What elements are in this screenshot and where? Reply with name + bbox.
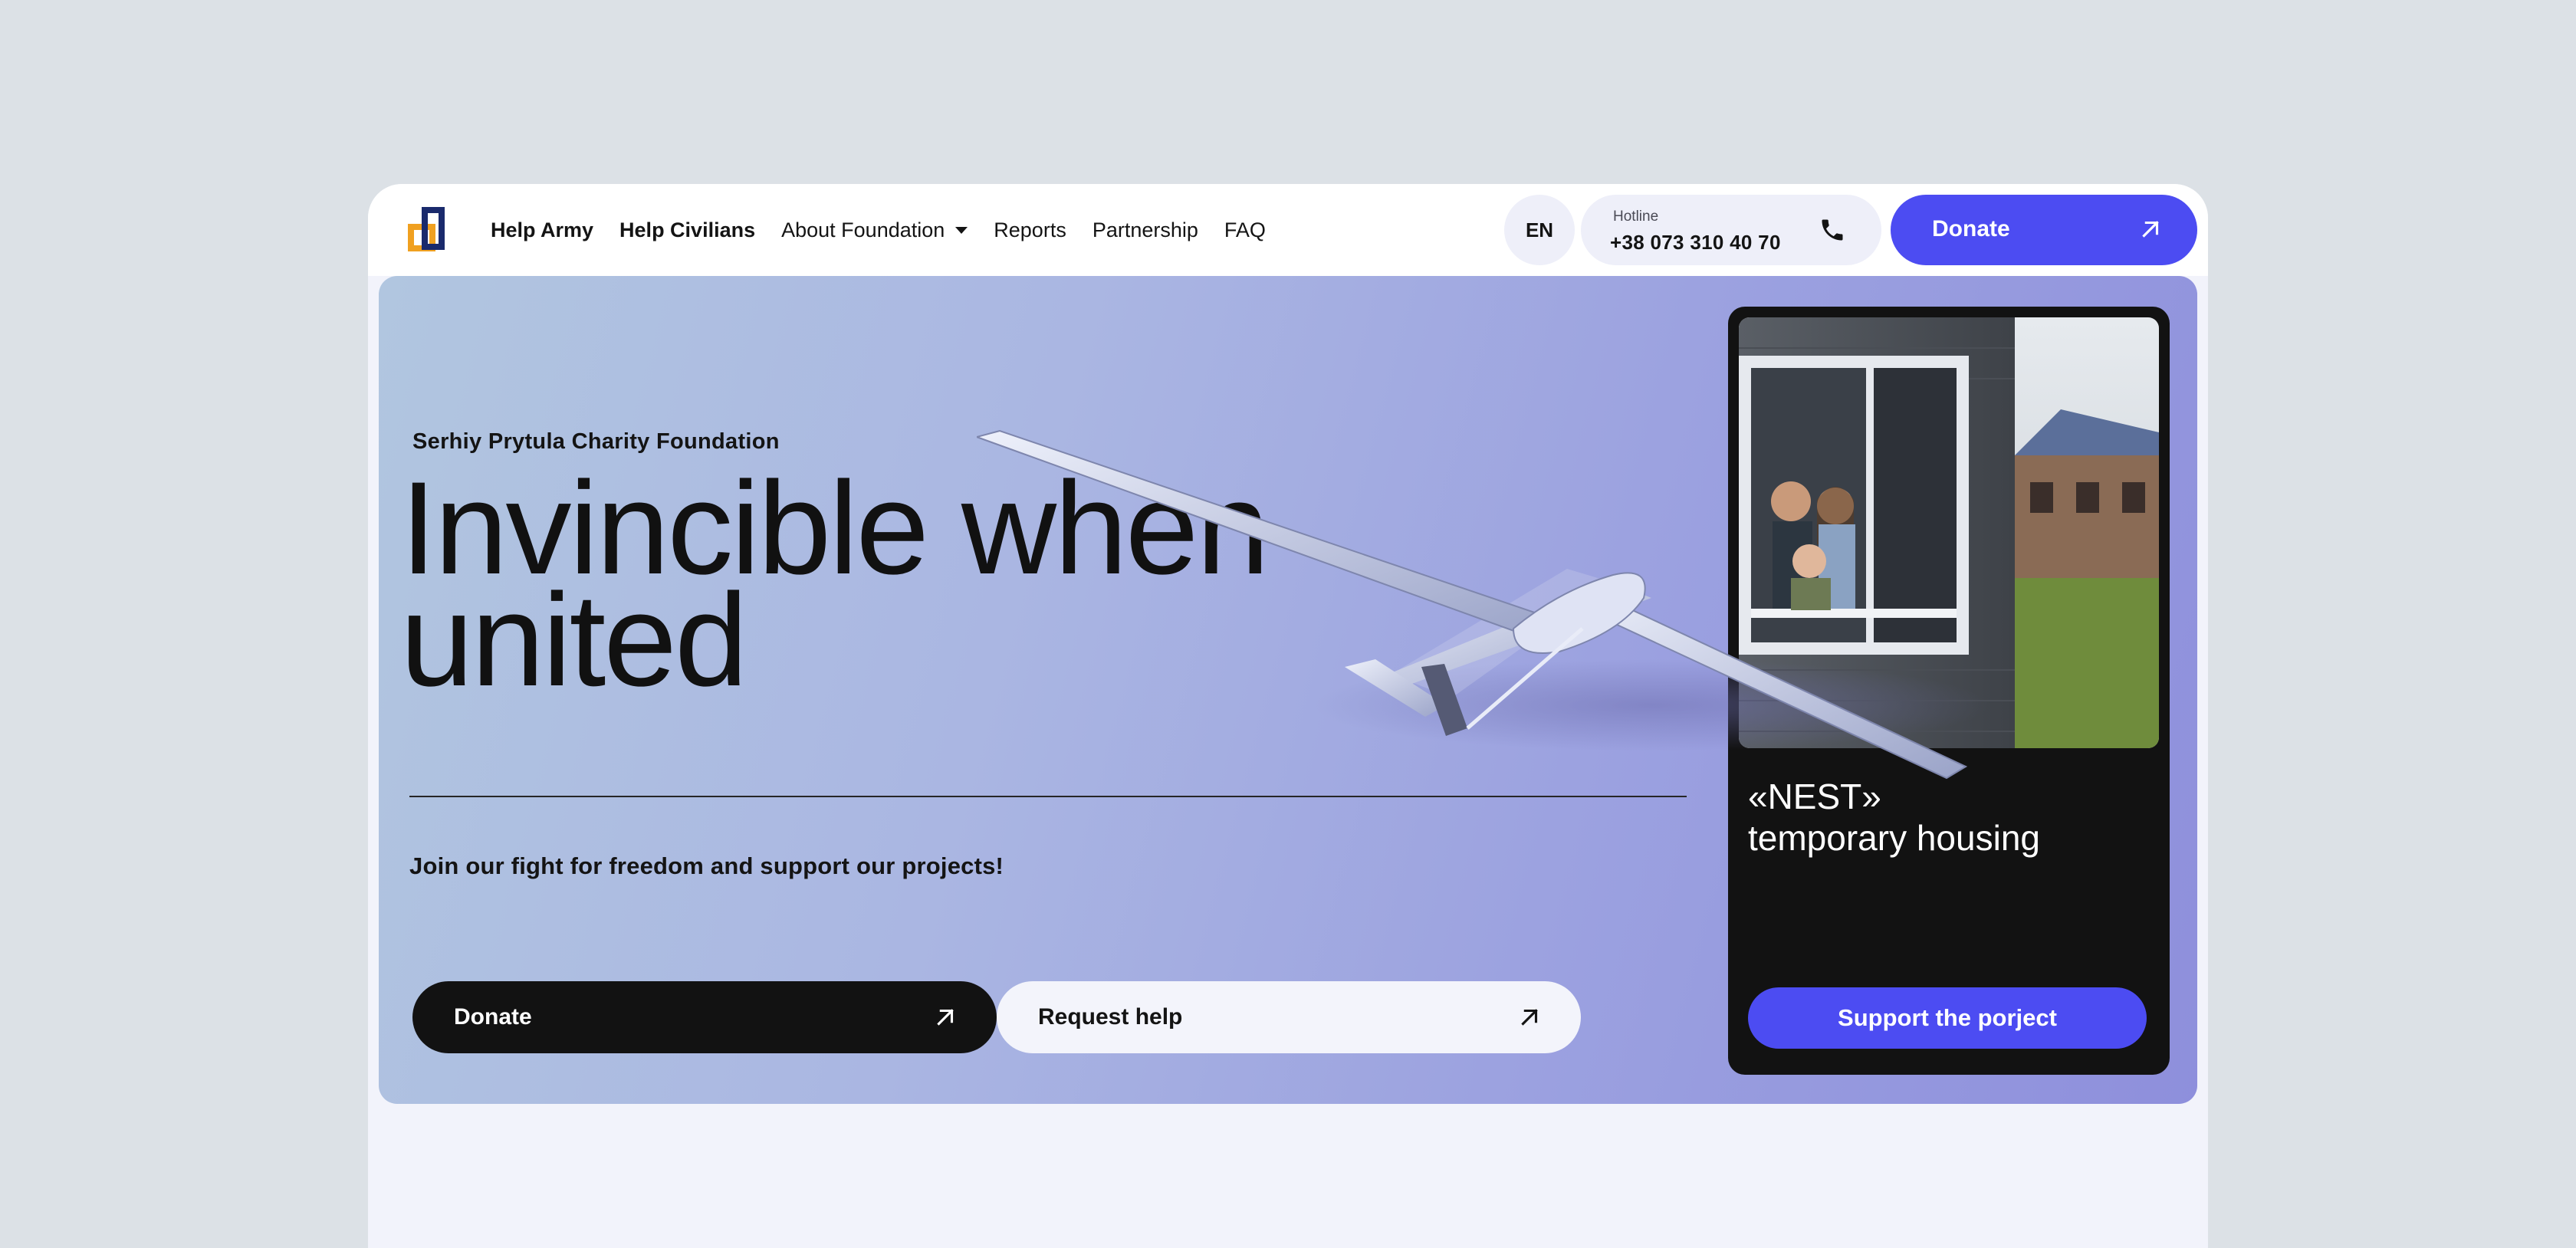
nav-faq-label: FAQ: [1224, 218, 1266, 241]
main-nav: Help Army Help Civilians About Foundatio…: [491, 184, 1266, 276]
foundation-logo-icon[interactable]: [408, 207, 451, 251]
drone-image: [977, 429, 1989, 780]
nav-help-army-label: Help Army: [491, 218, 594, 241]
hotline-number: +38 073 310 40 70: [1610, 231, 1781, 254]
nav-partnership-label: Partnership: [1092, 218, 1198, 241]
arrow-up-right-icon: [2142, 221, 2159, 238]
arrow-up-right-icon: [937, 1009, 954, 1026]
page-card: Help Army Help Civilians About Foundatio…: [368, 184, 2208, 1248]
nest-project-title-line-2: temporary housing: [1748, 818, 2040, 858]
request-help-button[interactable]: Request help: [997, 981, 1581, 1053]
nav-reports-label: Reports: [994, 218, 1066, 241]
caret-down-icon: [955, 226, 968, 234]
hero-banner: Serhiy Prytula Charity Foundation Invinc…: [379, 276, 2197, 1104]
phone-icon: [1822, 219, 1843, 241]
hotline-caption: Hotline: [1613, 209, 1659, 225]
hero-tagline: Serhiy Prytula Charity Foundation: [412, 429, 780, 454]
nav-help-civilians-label: Help Civilians: [619, 218, 756, 241]
nav-help-civilians[interactable]: Help Civilians: [619, 218, 755, 242]
header-donate-button[interactable]: Donate: [1891, 195, 2197, 265]
nav-about-foundation-label: About Foundation: [781, 218, 945, 241]
language-switcher[interactable]: EN: [1504, 195, 1575, 265]
nav-partnership[interactable]: Partnership: [1092, 218, 1198, 242]
nav-about-foundation[interactable]: About Foundation: [781, 218, 968, 242]
hero-donate-label: Donate: [454, 1004, 532, 1030]
nav-faq[interactable]: FAQ: [1224, 218, 1266, 242]
nav-help-army[interactable]: Help Army: [491, 218, 593, 242]
request-help-label: Request help: [1038, 1004, 1183, 1030]
hotline-button[interactable]: Hotline +38 073 310 40 70: [1581, 195, 1881, 265]
arrow-up-right-icon: [1521, 1009, 1538, 1026]
header-donate-label: Donate: [1932, 216, 2010, 241]
hero-donate-button[interactable]: Donate: [412, 981, 997, 1053]
hero-subtitle: Join our fight for freedom and support o…: [409, 852, 1004, 879]
support-project-button[interactable]: Support the porject: [1748, 987, 2147, 1049]
site-header: Help Army Help Civilians About Foundatio…: [368, 184, 2208, 276]
nav-reports[interactable]: Reports: [994, 218, 1066, 242]
